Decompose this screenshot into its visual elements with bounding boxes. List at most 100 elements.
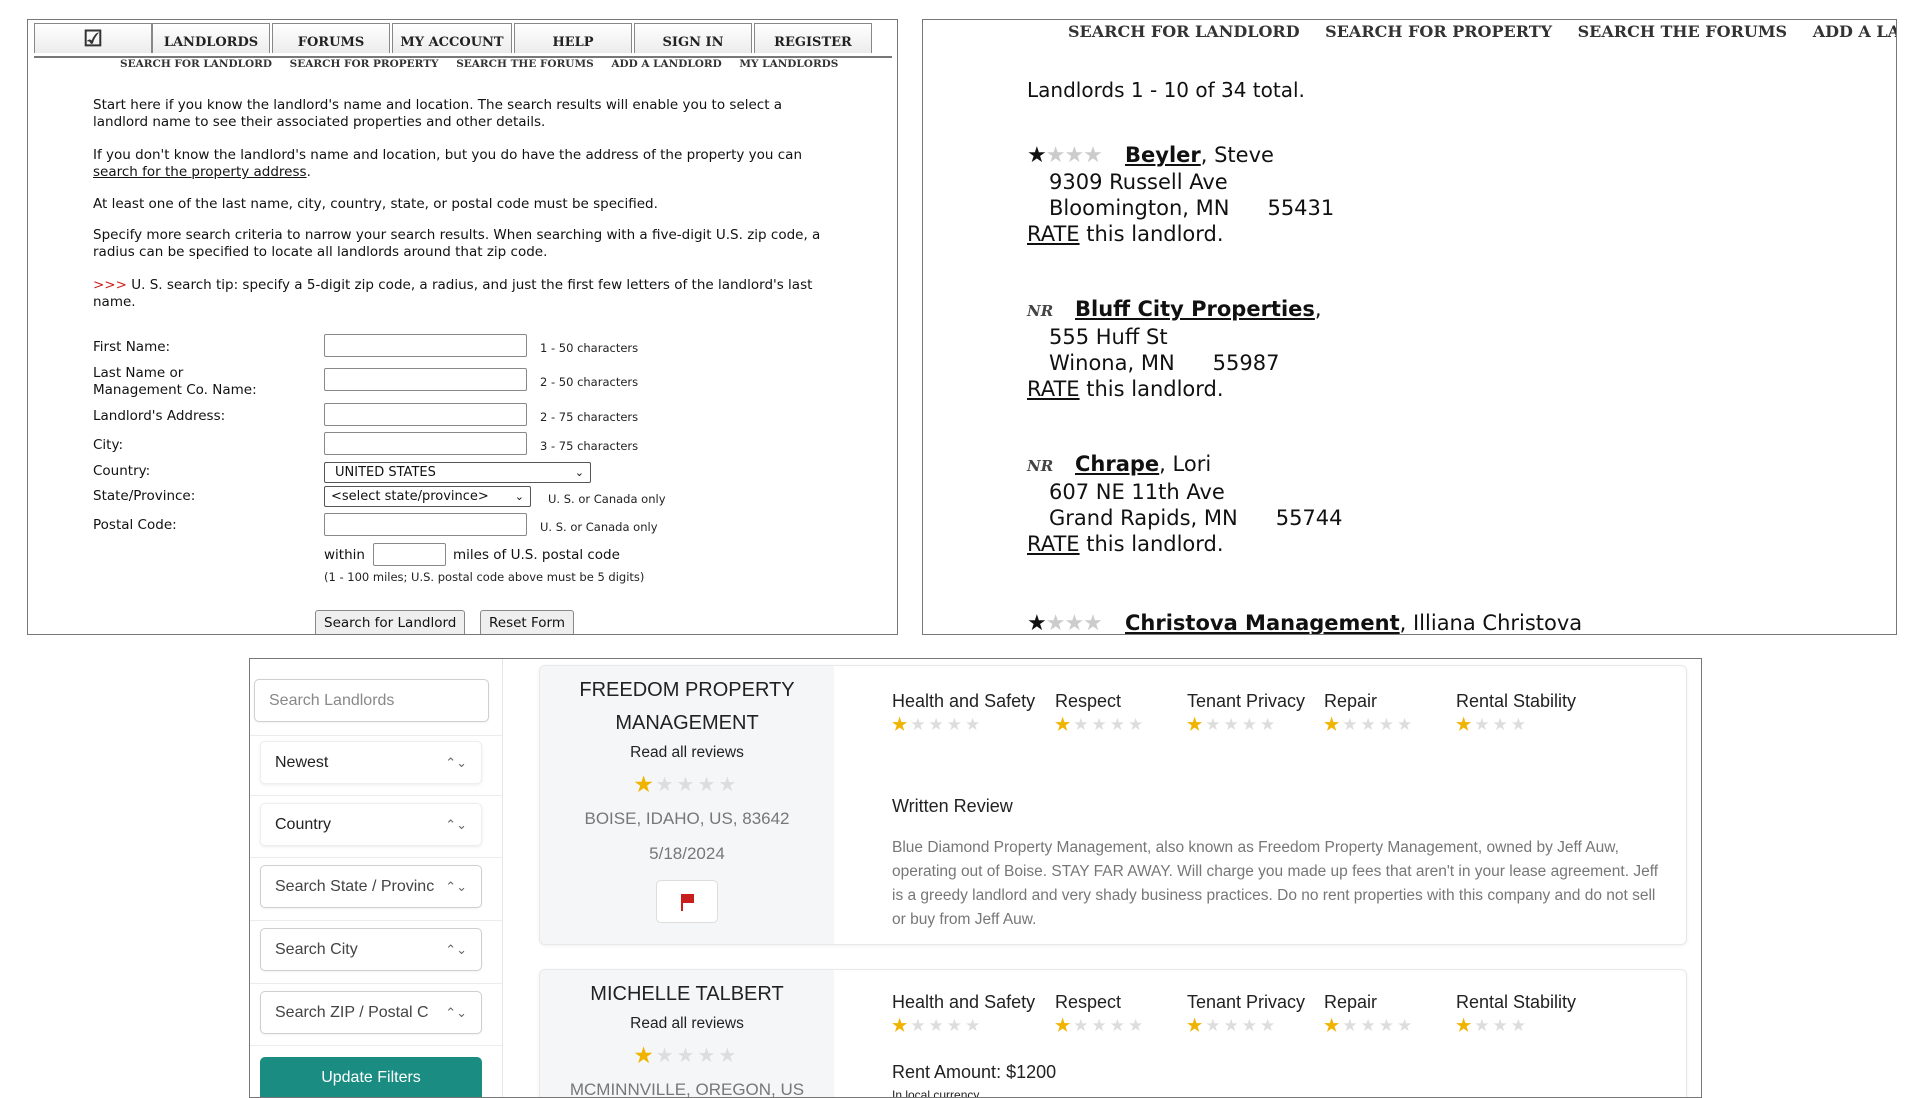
property-search-text-end: . <box>306 164 311 180</box>
sub-navigation: SEARCH FOR LANDLORD SEARCH FOR PROPERTY … <box>120 58 852 70</box>
subnav-search-property[interactable]: SEARCH FOR PROPERTY <box>290 58 439 70</box>
subnav-search-forums[interactable]: SEARCH THE FORUMS <box>456 58 593 70</box>
category-rating: Health and Safety ★★★★★ <box>892 691 1035 735</box>
search-property-address-link[interactable]: search for the property address <box>93 164 307 180</box>
chevron-down-icon: ⌄ <box>574 466 584 479</box>
landlord-result: ★★★★ Christova Management, Illiana Christ… <box>1027 610 1582 635</box>
search-landlords-input[interactable]: Search Landlords <box>254 679 489 722</box>
category-label: Tenant Privacy <box>1187 691 1306 711</box>
country-select[interactable]: Country ⌃⌄ <box>260 803 482 846</box>
category-label: Tenant Privacy <box>1187 992 1306 1012</box>
sort-select[interactable]: Newest ⌃⌄ <box>260 741 482 784</box>
tab-sign-in[interactable]: SIGN IN <box>634 23 752 53</box>
rating-stars: ★★★★ <box>1027 611 1103 635</box>
landlord-name[interactable]: FREEDOM PROPERTY MANAGEMENT <box>540 674 834 740</box>
nav-search-landlord[interactable]: SEARCH FOR LANDLORD <box>1068 22 1300 41</box>
landlord-search-form-panel: ☑ LANDLORDS FORUMS MY ACCOUNT HELP SIGN … <box>27 19 898 635</box>
review-card-summary: MICHELLE TALBERT Read all reviews ★★★★★ … <box>540 970 834 1097</box>
home-checkmark-tab[interactable]: ☑ <box>34 23 152 53</box>
within-label: within <box>324 547 365 563</box>
first-name-input[interactable] <box>324 334 527 357</box>
results-top-nav: SEARCH FOR LANDLORD SEARCH FOR PROPERTY … <box>1068 22 1896 41</box>
rent-currency-note: In local currency <box>892 1088 980 1098</box>
required-criteria-note: At least one of the last name, city, cou… <box>93 196 658 212</box>
tab-forums[interactable]: FORUMS <box>272 23 390 53</box>
category-stars: ★★★★★ <box>1055 1016 1147 1035</box>
narrow-search-note: Specify more search criteria to narrow y… <box>93 227 821 260</box>
category-stars: ★★★★★ <box>1324 715 1416 734</box>
not-rated-badge: NR <box>1027 457 1054 475</box>
rate-text: this landlord. <box>1079 532 1224 556</box>
landlord-zip: 55431 <box>1267 196 1335 220</box>
address-input[interactable] <box>324 403 527 426</box>
rate-link[interactable]: RATE <box>1027 377 1080 401</box>
landlord-first-name: , Steve <box>1200 143 1274 167</box>
state-select[interactable]: <select state/province> ⌄ <box>324 486 531 507</box>
landlord-name-link[interactable]: Chrape, Lori <box>1075 452 1211 476</box>
main-tab-bar: ☑ LANDLORDS FORUMS MY ACCOUNT HELP SIGN … <box>34 23 892 58</box>
intro-paragraph: Start here if you know the landlord's na… <box>93 97 783 130</box>
city-search[interactable]: Search City ⌃⌄ <box>260 928 482 971</box>
category-stars: ★★★★★ <box>892 1016 984 1035</box>
review-card: FREEDOM PROPERTY MANAGEMENT Read all revi… <box>539 665 1687 945</box>
tab-help[interactable]: HELP <box>514 23 632 53</box>
landlord-name-link[interactable]: Bluff City Properties, <box>1075 297 1322 321</box>
divider <box>250 795 502 796</box>
category-stars: ★★★★★ <box>1187 1016 1279 1035</box>
state-province-search[interactable]: Search State / Provinc ⌃⌄ <box>260 865 482 908</box>
postal-code-hint: U. S. or Canada only <box>540 520 658 534</box>
subnav-add-landlord[interactable]: ADD A LANDLORD <box>611 58 721 70</box>
rate-link[interactable]: RATE <box>1027 532 1080 556</box>
report-flag-button[interactable] <box>656 880 718 923</box>
search-for-landlord-button[interactable]: Search for Landlord <box>315 610 466 634</box>
landlord-first-name: , <box>1314 297 1322 321</box>
city-input[interactable] <box>324 432 527 455</box>
last-name-input[interactable] <box>324 368 527 391</box>
postal-code-label: Postal Code: <box>93 517 177 533</box>
category-label: Rental Stability <box>1456 691 1577 711</box>
category-rating: Tenant Privacy ★★★★★ <box>1187 691 1305 735</box>
category-stars: ★★★★★ <box>1055 715 1147 734</box>
landlord-first-name: , Lori <box>1159 452 1212 476</box>
written-review-text: Blue Diamond Property Management, also k… <box>892 839 1659 928</box>
updown-chevron-icon: ⌃⌄ <box>445 942 467 957</box>
state-label: State/Province: <box>93 488 196 504</box>
landlord-name-line: FREEDOM PROPERTY <box>579 679 795 701</box>
landlord-name-link[interactable]: Christova Management, Illiana Christova <box>1125 611 1582 634</box>
city-hint: 3 - 75 characters <box>540 439 639 453</box>
category-label: Respect <box>1055 992 1122 1012</box>
radius-miles-input[interactable] <box>373 543 446 566</box>
category-stars: ★★★★★ <box>892 715 984 734</box>
tab-landlords[interactable]: LANDLORDS <box>152 23 270 53</box>
subnav-my-landlords[interactable]: MY LANDLORDS <box>739 58 838 70</box>
landlord-name-link[interactable]: Beyler, Steve <box>1125 143 1274 167</box>
reset-form-button[interactable]: Reset Form <box>480 610 575 634</box>
city-label: City: <box>93 437 124 453</box>
category-label: Rental Stability <box>1456 992 1577 1012</box>
country-select[interactable]: UNITED STATES ⌄ <box>324 462 591 483</box>
address-label: Landlord's Address: <box>93 408 226 424</box>
review-listing-panel: Search Landlords Newest ⌃⌄ Country ⌃⌄ Sear… <box>249 658 1702 1098</box>
updown-chevron-icon: ⌃⌄ <box>445 755 467 770</box>
zip-postal-search[interactable]: Search ZIP / Postal C ⌃⌄ <box>260 991 482 1034</box>
update-filters-button[interactable]: Update Filters <box>260 1057 482 1097</box>
tip-marker: >>> <box>93 277 127 293</box>
nav-add-landlord[interactable]: ADD A LANDLORD <box>1813 22 1896 41</box>
postal-code-input[interactable] <box>324 513 527 536</box>
landlord-result: NR Chrape, Lori 607 NE 11th Ave Grand Rap… <box>1027 451 1343 557</box>
read-all-reviews-link[interactable]: Read all reviews <box>540 1015 834 1033</box>
not-rated-badge: NR <box>1027 302 1054 320</box>
tab-register[interactable]: REGISTER <box>754 23 872 53</box>
read-all-reviews-link[interactable]: Read all reviews <box>540 744 834 762</box>
landlord-name[interactable]: MICHELLE TALBERT <box>540 978 834 1011</box>
divider <box>250 735 502 736</box>
landlord-results-panel: SEARCH FOR LANDLORD SEARCH FOR PROPERTY … <box>922 19 1897 635</box>
rate-link[interactable]: RATE <box>1027 222 1080 246</box>
results-count: Landlords 1 - 10 of 34 total. <box>1027 78 1305 102</box>
nav-search-forums[interactable]: SEARCH THE FORUMS <box>1578 22 1787 41</box>
subnav-search-landlord[interactable]: SEARCH FOR LANDLORD <box>120 58 272 70</box>
miles-label: miles of U.S. postal code <box>453 547 620 563</box>
nav-search-property[interactable]: SEARCH FOR PROPERTY <box>1325 22 1552 41</box>
tip-text: U. S. search tip: specify a 5-digit zip … <box>93 277 813 310</box>
tab-my-account[interactable]: MY ACCOUNT <box>392 23 512 53</box>
